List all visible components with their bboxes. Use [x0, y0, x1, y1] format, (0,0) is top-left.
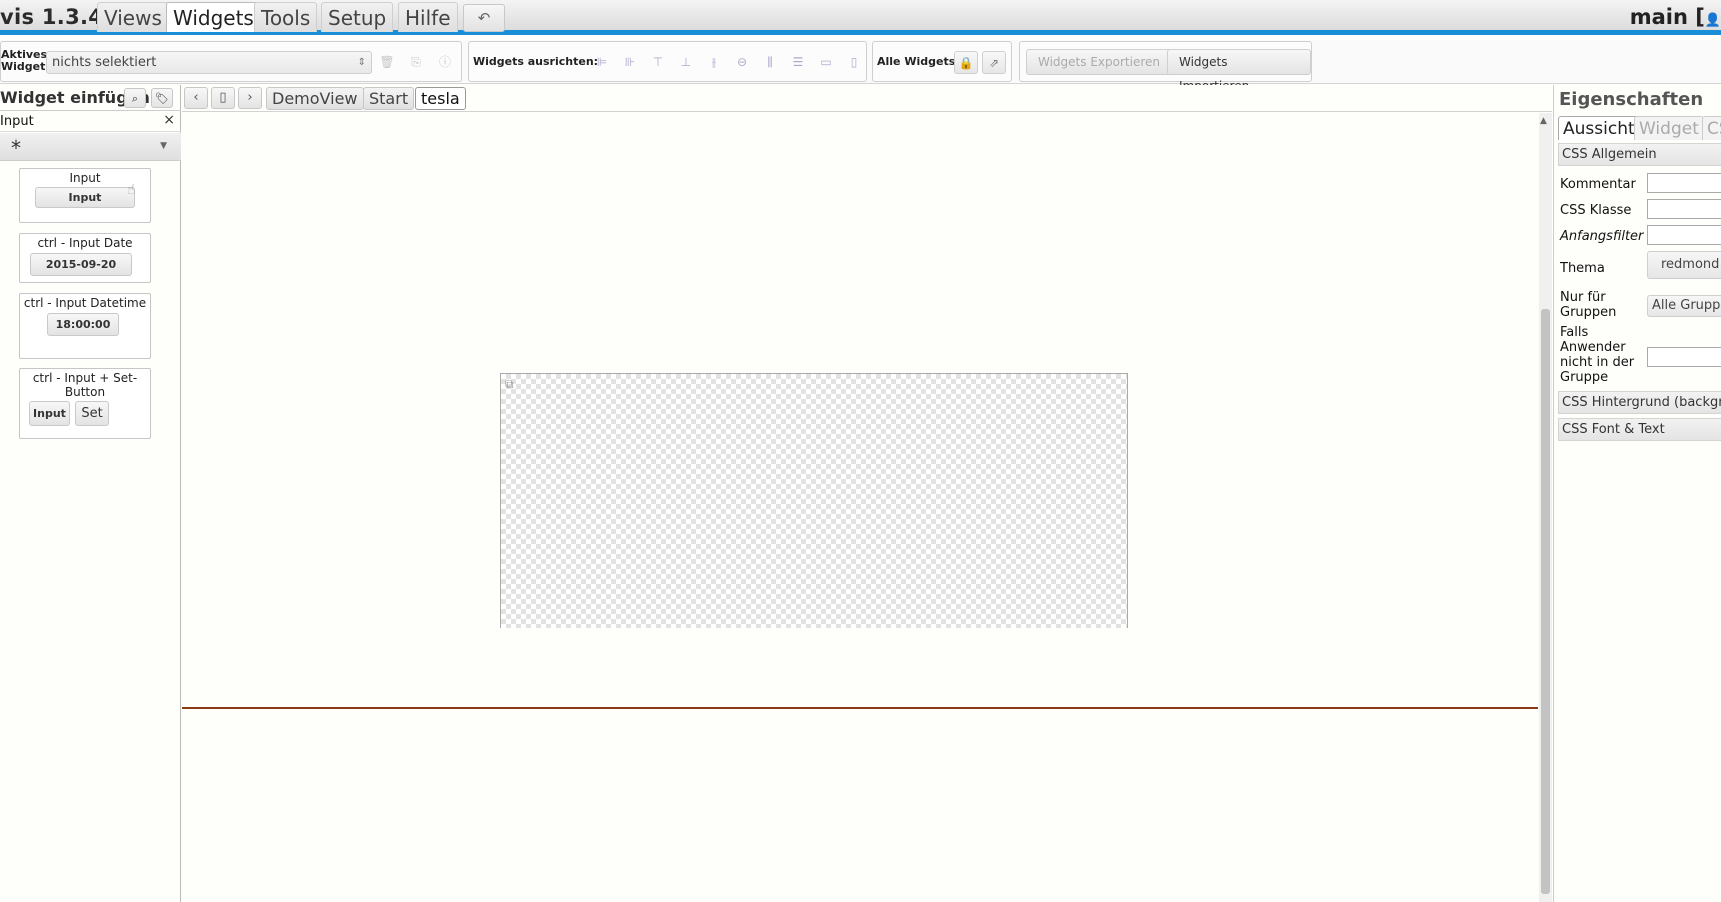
align-center-horizontal-icon[interactable]: ⊖ [730, 51, 754, 74]
view-tab-tesla[interactable]: tesla [415, 87, 466, 110]
scroll-up-icon[interactable]: ▲ [1540, 116, 1547, 126]
clipboard-icon[interactable]: ▯ [211, 87, 235, 109]
menu-tab-widgets[interactable]: Widgets [166, 2, 261, 32]
app-title: vis 1.3.4 [0, 5, 104, 29]
scroll-thumb[interactable] [1541, 309, 1550, 894]
view-canvas[interactable]: ⧉ [182, 113, 1538, 902]
menu-tab-hilfe[interactable]: Hilfe [398, 2, 458, 32]
chevron-right-icon[interactable]: › [238, 87, 262, 109]
section-css-allgemein[interactable]: CSS Allgemein [1558, 143, 1721, 166]
label-falls-anwender: Falls Anwender nicht in der Gruppe [1560, 325, 1635, 385]
widget-preview-set-button: Set [75, 401, 109, 426]
widget-card-title: ctrl - Input Datetime [23, 296, 147, 310]
user-icon: 👤 [1704, 13, 1721, 28]
project-name: main [ [1629, 5, 1705, 29]
delete-icon[interactable]: 🗑 [375, 51, 399, 74]
widget-preview-button: Input [29, 401, 70, 426]
properties-title: Eigenschaften [1559, 89, 1704, 110]
widget-card-input[interactable]: Input Input ☝ [19, 168, 151, 223]
same-height-icon[interactable]: ▯ [842, 51, 866, 74]
search-icon[interactable]: ⌕ [124, 88, 146, 108]
distribute-vertical-icon[interactable]: ☰ [786, 51, 810, 74]
resolution-divider [182, 707, 1538, 709]
hand-pointer-icon: ☝ [127, 182, 136, 198]
widget-card-title: ctrl - Input + Set-Button [32, 371, 138, 399]
close-icon[interactable]: × [163, 112, 175, 128]
tag-icon[interactable]: 🏷 [151, 88, 173, 108]
label-css-klasse: CSS Klasse [1560, 203, 1632, 218]
active-widget-group: Aktives Widget: nichts selektiert ⇕ 🗑 ⎘ … [0, 41, 462, 82]
css-class-field[interactable] [1647, 199, 1721, 219]
theme-select[interactable]: redmond [1647, 251, 1721, 279]
view-tab-demoview[interactable]: DemoView [266, 87, 364, 110]
export-widgets-button[interactable]: Widgets Exportieren [1026, 49, 1172, 75]
project-label[interactable]: main [👤 [1630, 5, 1721, 29]
properties-panel: Eigenschaften Aussicht Widget CSS CSS Al… [1553, 85, 1721, 902]
tab-widget[interactable]: Widget [1634, 116, 1704, 140]
active-widget-select[interactable]: nichts selektiert ⇕ [46, 51, 372, 74]
widget-card-input-datetime[interactable]: ctrl - Input Datetime 18:00:00 [19, 293, 151, 359]
widget-insert-header: Widget einfügen ⌕ 🏷 [0, 85, 181, 111]
label-anfangsfilter: Anfangsfilter [1560, 229, 1644, 244]
import-widgets-button[interactable]: Widgets Importieren [1167, 49, 1311, 93]
menu-tab-setup[interactable]: Setup [321, 2, 394, 32]
widget-filter-value: Input [0, 114, 34, 129]
align-right-icon[interactable]: ⊪ [618, 51, 642, 74]
external-link-icon[interactable]: ⇗ [982, 51, 1006, 74]
image-icon: ⧉ [505, 377, 514, 391]
align-left-icon[interactable]: ⊫ [590, 51, 614, 74]
align-center-vertical-icon[interactable]: ⫲ [702, 51, 726, 74]
menu-bar: vis 1.3.4 Views Widgets Tools Setup Hilf… [0, 0, 1721, 35]
align-label: Widgets ausrichten: [473, 55, 599, 68]
select-arrows-icon: ⇕ [357, 57, 366, 68]
chevron-left-icon[interactable]: ‹ [184, 87, 208, 109]
info-icon[interactable]: ⓘ [433, 51, 457, 74]
widget-set-select[interactable]: * ▼ [0, 133, 181, 161]
widget-set-value: * [11, 136, 21, 160]
label-thema: Thema [1560, 261, 1605, 276]
export-import-group: Widgets Exportieren Widgets Importieren [1019, 41, 1312, 93]
section-css-hintergrund[interactable]: CSS Hintergrund (background) [1558, 391, 1721, 414]
widget-preview-button: 18:00:00 [47, 313, 119, 336]
widget-filter-input[interactable]: Input × [0, 112, 181, 132]
label-nur-fuer-gruppen: Nur für Gruppen [1560, 290, 1617, 320]
lock-icon[interactable]: 🔒 [954, 51, 978, 74]
groups-select[interactable]: Alle Gruppen [1647, 295, 1721, 317]
undo-button[interactable]: ↶ [463, 4, 505, 32]
active-widget-label: Aktives Widget: [1, 48, 50, 73]
all-widgets-group: Alle Widgets: 🔒 ⇗ [872, 41, 1012, 82]
copy-icon[interactable]: ⎘ [404, 51, 428, 74]
menu-tab-views[interactable]: Views [97, 2, 169, 32]
align-top-icon[interactable]: ⊤ [646, 51, 670, 74]
label-kommentar: Kommentar [1560, 177, 1636, 192]
align-bottom-icon[interactable]: ⊥ [674, 51, 698, 74]
same-width-icon[interactable]: ▭ [814, 51, 838, 74]
chevron-down-icon: ▼ [160, 141, 167, 151]
view-tab-bar: ‹ ▯ › DemoView Start tesla [182, 85, 1552, 112]
active-widget-value: nichts selektiert [52, 55, 157, 70]
widget-card-input-set-button[interactable]: ctrl - Input + Set-Button Input Set [19, 368, 151, 439]
undo-icon: ↶ [477, 9, 491, 27]
align-group: Widgets ausrichten: ⊫ ⊪ ⊤ ⊥ ⫲ ⊖ ⫼ ☰ ▭ ▯ [468, 41, 867, 82]
widget-preview-button: 2015-09-20 [30, 253, 132, 276]
distribute-horizontal-icon[interactable]: ⫼ [758, 51, 782, 74]
menu-tab-tools[interactable]: Tools [254, 2, 318, 32]
toolbar: Aktives Widget: nichts selektiert ⇕ 🗑 ⎘ … [0, 40, 1721, 93]
all-widgets-label: Alle Widgets: [877, 55, 960, 68]
canvas-scrollbar[interactable]: ▲ [1539, 113, 1552, 902]
comment-field[interactable] [1647, 173, 1721, 193]
widget-placeholder[interactable]: ⧉ [500, 373, 1128, 628]
group-fallback-field[interactable] [1647, 347, 1721, 367]
initial-filter-field[interactable] [1647, 225, 1721, 245]
widget-card-title: ctrl - Input Date [37, 236, 133, 250]
tab-css[interactable]: CSS [1702, 116, 1721, 140]
tab-aussicht[interactable]: Aussicht [1558, 116, 1640, 140]
widget-preview-button: Input [35, 187, 135, 208]
section-css-font-text[interactable]: CSS Font & Text [1558, 418, 1721, 441]
view-tab-start[interactable]: Start [363, 87, 415, 110]
widget-insert-panel: Widget einfügen ⌕ 🏷 Input × * ▼ Input In… [0, 85, 181, 902]
widget-card-input-date[interactable]: ctrl - Input Date 2015-09-20 [19, 233, 151, 283]
